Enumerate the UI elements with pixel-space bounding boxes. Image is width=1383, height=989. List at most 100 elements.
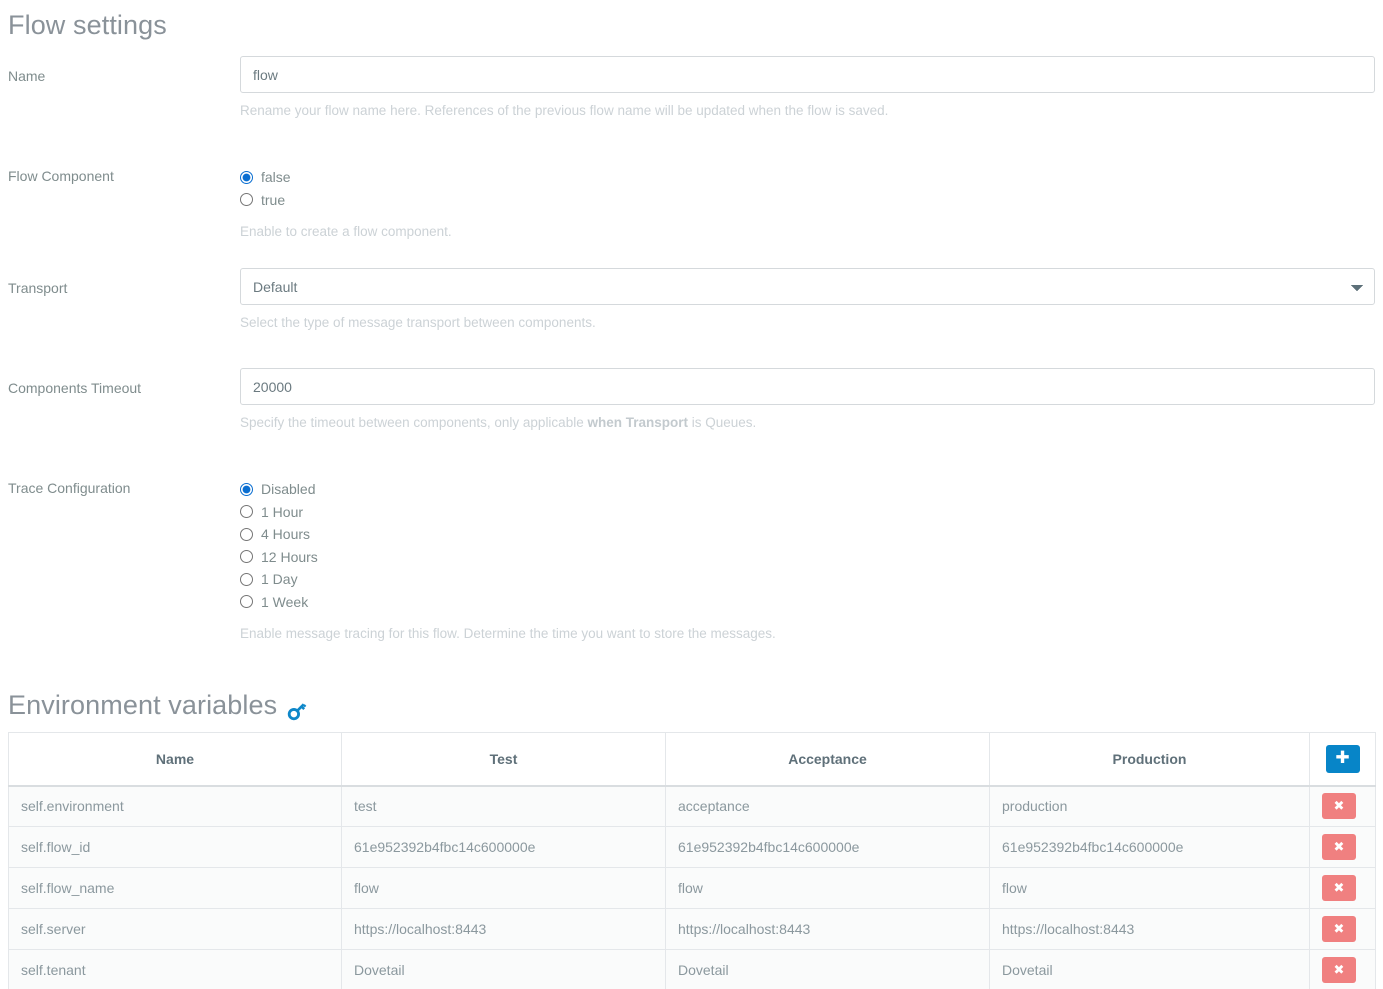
cell-actions: ✖: [1309, 908, 1376, 950]
components-timeout-input[interactable]: [240, 368, 1375, 405]
column-header-production: Production: [989, 732, 1310, 787]
flow-component-field-column: false true Enable to create a flow compo…: [240, 166, 1375, 241]
delete-variable-button[interactable]: ✖: [1322, 916, 1356, 942]
name-label: Name: [8, 68, 46, 84]
delete-variable-button[interactable]: ✖: [1322, 793, 1356, 820]
table-header-row: Name Test Acceptance Production ✚: [8, 732, 1376, 787]
components-timeout-field-column: Specify the timeout between components, …: [240, 368, 1375, 432]
cell-name[interactable]: self.server: [8, 908, 342, 950]
components-timeout-help-bold: when Transport: [587, 415, 688, 430]
environment-variables-table: Name Test Acceptance Production ✚ self.e…: [8, 732, 1376, 989]
flow-component-option-label-false[interactable]: false: [261, 168, 291, 186]
flow-component-option-label-true[interactable]: true: [261, 191, 285, 209]
components-timeout-help-text: Specify the timeout between components, …: [240, 414, 1375, 432]
table-row: self.server https://localhost:8443 https:/…: [8, 908, 1376, 950]
cell-actions: ✖: [1309, 867, 1376, 909]
close-icon: ✖: [1333, 921, 1345, 937]
cell-name[interactable]: self.flow_id: [8, 826, 342, 868]
radio-option-12-hours[interactable]: 12 Hours: [240, 546, 1375, 569]
cell-acceptance[interactable]: acceptance: [665, 785, 990, 827]
cell-test[interactable]: Dovetail: [341, 949, 666, 989]
close-icon: ✖: [1333, 962, 1345, 978]
trace-configuration-option-label-1-hour[interactable]: 1 Hour: [261, 503, 303, 521]
add-variable-button[interactable]: ✚: [1325, 744, 1360, 773]
cell-acceptance[interactable]: 61e952392b4fbc14c600000e: [665, 826, 990, 868]
trace-configuration-radio-12-hours[interactable]: [240, 550, 253, 564]
cell-production[interactable]: flow: [989, 867, 1310, 909]
flow-component-radio-true[interactable]: [240, 193, 253, 207]
trace-configuration-option-label-12-hours[interactable]: 12 Hours: [261, 548, 318, 566]
environment-variables-table-wrapper: Name Test Acceptance Production ✚ self.e…: [8, 732, 1376, 989]
trace-configuration-option-label-disabled[interactable]: Disabled: [261, 480, 315, 498]
transport-help-text: Select the type of message transport bet…: [240, 315, 596, 330]
transport-field-column: Default Select the type of message trans…: [240, 268, 1375, 332]
cell-actions: ✖: [1309, 785, 1376, 827]
flow-component-label: Flow Component: [8, 168, 114, 184]
trace-configuration-option-label-4-hours[interactable]: 4 Hours: [261, 525, 310, 543]
trace-configuration-radio-1-hour[interactable]: [240, 505, 253, 519]
cell-actions: ✖: [1309, 949, 1376, 989]
cell-acceptance[interactable]: flow: [665, 867, 990, 909]
page-title: Flow settings: [8, 10, 167, 40]
flow-settings-page: Flow settings Name Rename your flow name…: [0, 0, 1383, 989]
radio-option-false[interactable]: false: [240, 166, 1375, 189]
trace-configuration-radio-1-week[interactable]: [240, 595, 253, 609]
radio-option-1-day[interactable]: 1 Day: [240, 568, 1375, 591]
cell-test[interactable]: 61e952392b4fbc14c600000e: [341, 826, 666, 868]
cell-production[interactable]: Dovetail: [989, 949, 1310, 989]
radio-option-1-hour[interactable]: 1 Hour: [240, 501, 1375, 524]
components-timeout-label: Components Timeout: [8, 380, 142, 396]
trace-configuration-radio-1-day[interactable]: [240, 572, 253, 586]
table-row: self.environment test acceptance production…: [8, 785, 1376, 827]
cell-acceptance[interactable]: Dovetail: [665, 949, 990, 989]
cell-test[interactable]: https://localhost:8443: [341, 908, 666, 950]
column-header-test: Test: [341, 732, 666, 787]
cell-actions: ✖: [1309, 826, 1376, 868]
cell-test[interactable]: test: [341, 785, 666, 827]
delete-variable-button[interactable]: ✖: [1322, 834, 1356, 860]
delete-variable-button[interactable]: ✖: [1322, 875, 1356, 901]
radio-option-true[interactable]: true: [240, 189, 1375, 212]
radio-option-1-week[interactable]: 1 Week: [240, 591, 1375, 614]
name-field-column: Rename your flow name here. References o…: [240, 56, 1375, 120]
plus-icon: ✚: [1335, 748, 1350, 769]
table-row: self.flow_name flow flow flow ✖: [8, 867, 1376, 909]
cell-production[interactable]: production: [989, 785, 1310, 827]
trace-configuration-radio-4-hours[interactable]: [240, 527, 253, 541]
cell-name[interactable]: self.tenant: [8, 949, 342, 989]
cell-name[interactable]: self.environment: [8, 785, 342, 827]
key-icon: [286, 696, 308, 721]
transport-select[interactable]: Default: [240, 268, 1375, 305]
transport-label: Transport: [8, 280, 68, 296]
table-body: self.environment test acceptance production…: [8, 785, 1376, 989]
trace-configuration-label: Trace Configuration: [8, 480, 131, 496]
column-header-actions: ✚: [1309, 732, 1376, 787]
trace-configuration-radio-disabled[interactable]: [240, 482, 253, 496]
environment-variables-title: Environment variables: [8, 690, 278, 720]
cell-name[interactable]: self.flow_name: [8, 867, 342, 909]
trace-configuration-radio-group: Disabled 1 Hour 4 Hours 12 Hours 1 Day 1…: [240, 478, 1375, 613]
delete-variable-button[interactable]: ✖: [1322, 957, 1356, 983]
table-row: self.tenant Dovetail Dovetail Dovetail ✖: [8, 949, 1376, 989]
column-header-acceptance: Acceptance: [665, 732, 990, 787]
table-row: self.flow_id 61e952392b4fbc14c600000e 61e9…: [8, 826, 1376, 868]
close-icon: ✖: [1333, 880, 1345, 896]
close-icon: ✖: [1333, 839, 1345, 855]
cell-acceptance[interactable]: https://localhost:8443: [665, 908, 990, 950]
cell-production[interactable]: 61e952392b4fbc14c600000e: [989, 826, 1310, 868]
trace-configuration-option-label-1-day[interactable]: 1 Day: [261, 570, 298, 588]
trace-configuration-help-text: Enable message tracing for this flow. De…: [240, 626, 776, 641]
name-help-text: Rename your flow name here. References o…: [240, 103, 889, 118]
flow-component-radio-false[interactable]: [240, 170, 253, 184]
radio-option-4-hours[interactable]: 4 Hours: [240, 523, 1375, 546]
cell-production[interactable]: https://localhost:8443: [989, 908, 1310, 950]
components-timeout-help-pre: Specify the timeout between components, …: [240, 415, 588, 430]
radio-option-disabled[interactable]: Disabled: [240, 478, 1375, 501]
name-input[interactable]: [240, 56, 1375, 93]
flow-component-radio-group: false true: [240, 166, 1375, 211]
cell-test[interactable]: flow: [341, 867, 666, 909]
table-header: Name Test Acceptance Production ✚: [8, 732, 1376, 787]
trace-configuration-option-label-1-week[interactable]: 1 Week: [261, 593, 308, 611]
trace-configuration-field-column: Disabled 1 Hour 4 Hours 12 Hours 1 Day 1…: [240, 478, 1375, 643]
environment-variables-title-row: Environment variables: [8, 688, 308, 722]
